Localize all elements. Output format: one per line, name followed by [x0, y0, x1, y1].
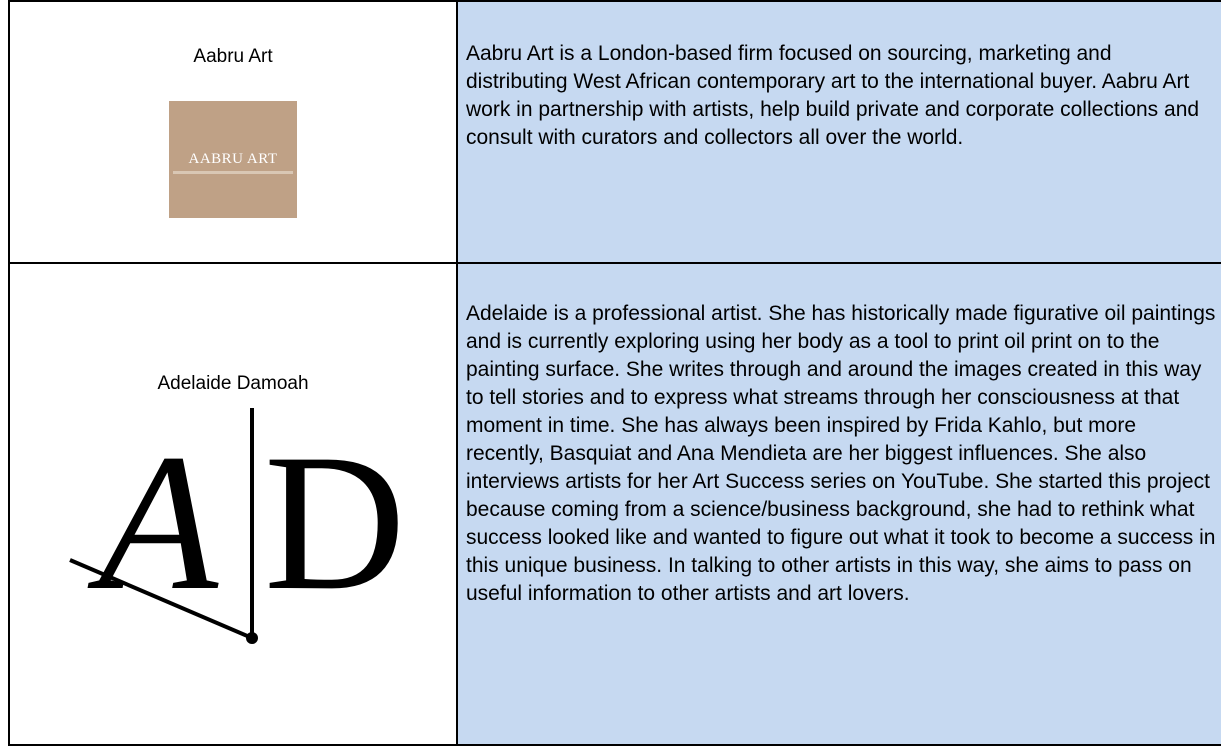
- org-description: Aabru Art is a London-based firm focused…: [466, 42, 1200, 149]
- table-row: Aabru Art AABRU ART Aabru Art is a Londo…: [8, 0, 1221, 264]
- monogram-letter-a: A: [87, 414, 219, 631]
- aabru-art-logo-icon: AABRU ART: [169, 101, 297, 218]
- logo-wordmark: AABRU ART: [188, 151, 278, 167]
- org-name: Adelaide Damoah: [157, 373, 309, 394]
- description-cell: Aabru Art is a London-based firm focused…: [456, 0, 1221, 264]
- name-cell: Adelaide Damoah A D: [8, 262, 458, 746]
- monogram-dot: [246, 632, 258, 644]
- description-cell: Adelaide is a professional artist. She h…: [456, 262, 1221, 746]
- logo-tagline-strip: [173, 171, 293, 174]
- name-cell: Aabru Art AABRU ART: [8, 0, 458, 264]
- table-row: Adelaide Damoah A D Adelaide is a profes…: [8, 262, 1221, 746]
- directory-table: Aabru Art AABRU ART Aabru Art is a Londo…: [8, 0, 1221, 746]
- monogram-letter-d: D: [264, 414, 406, 631]
- artist-description: Adelaide is a professional artist. She h…: [466, 302, 1216, 605]
- adelaide-damoah-monogram-icon: A D: [10, 408, 458, 668]
- org-name: Aabru Art: [193, 46, 273, 67]
